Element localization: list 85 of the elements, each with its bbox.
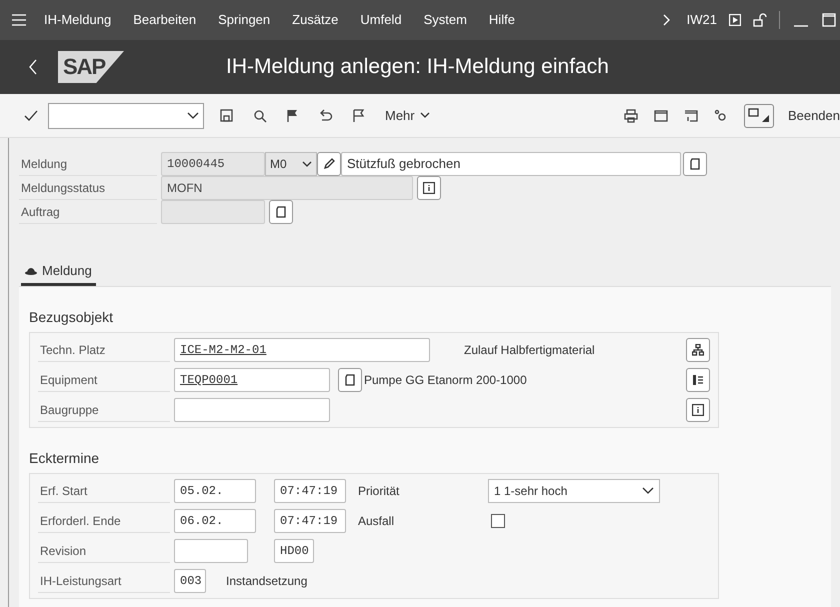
field-label: Priorität: [358, 483, 400, 500]
input-field[interactable]: HD00: [274, 539, 314, 563]
hierarchy-icon[interactable]: [692, 344, 704, 356]
chevron-down-icon[interactable]: [420, 112, 430, 119]
pencil-icon[interactable]: [323, 158, 335, 170]
field-label: Erf. Start: [38, 479, 170, 503]
window-arrow-icon[interactable]: [684, 108, 698, 122]
field-label: Revision: [38, 539, 170, 563]
input-field: MOFN: [161, 176, 413, 200]
info-icon[interactable]: [692, 404, 704, 416]
info-icon[interactable]: [423, 182, 435, 194]
chevron-down-icon[interactable]: [187, 112, 199, 120]
menu-item[interactable]: IH-Meldung: [44, 10, 112, 30]
field-label: Erforderl. Ende: [38, 509, 170, 533]
command-field[interactable]: [48, 102, 204, 128]
layout-icon[interactable]: [748, 108, 770, 124]
logo: SAP: [58, 51, 124, 83]
window-title: IH-Meldung anlegen: IH-Meldung einfach: [226, 54, 609, 80]
document-button[interactable]: [269, 200, 293, 224]
document-icon[interactable]: [275, 206, 287, 218]
menu-item[interactable]: Zusätze: [292, 10, 338, 30]
chevron-down-icon[interactable]: [642, 487, 654, 495]
maximize-icon[interactable]: [822, 13, 836, 27]
menu-item[interactable]: System: [424, 10, 467, 30]
section-title: Ecktermine: [29, 449, 100, 468]
structure-icon[interactable]: [692, 374, 704, 386]
menu-item[interactable]: Hilfe: [488, 10, 515, 30]
dropdown-field[interactable]: M0: [265, 152, 317, 176]
undo-icon[interactable]: [319, 108, 333, 122]
pencil-button[interactable]: [317, 152, 341, 176]
input-field[interactable]: Stützfuß gebrochen: [341, 152, 681, 176]
input-field: 10000445: [161, 152, 265, 176]
input-field[interactable]: 06.02.: [174, 509, 256, 533]
unlock-icon[interactable]: [753, 13, 767, 27]
input-field[interactable]: [174, 398, 330, 422]
input-field[interactable]: 07:47:19: [274, 479, 346, 503]
input-field[interactable]: 05.02.: [174, 479, 256, 503]
new-window-icon[interactable]: [654, 108, 668, 122]
field-label: Baugruppe: [38, 398, 170, 422]
back-icon[interactable]: [28, 59, 38, 75]
field-label: Ausfall: [358, 513, 396, 530]
checkbox[interactable]: [491, 514, 505, 528]
input-field[interactable]: ICE-M2-M2-01: [174, 338, 430, 362]
play-box-icon[interactable]: [729, 14, 741, 26]
section-title: Bezugsobjekt: [29, 308, 114, 327]
printer-icon[interactable]: [624, 108, 638, 122]
field-label: Meldungsstatus: [19, 176, 157, 200]
menu-icon[interactable]: [12, 14, 26, 26]
description-text: Zulauf Halbfertigmaterial: [464, 342, 595, 359]
input-field[interactable]: 07:47:19: [274, 509, 346, 533]
info-button[interactable]: [417, 176, 441, 200]
menu-item[interactable]: Springen: [218, 10, 270, 30]
hierarchy-button[interactable]: [686, 338, 710, 362]
chevron-down-icon[interactable]: [302, 160, 312, 168]
menu-item[interactable]: Umfeld: [360, 10, 402, 30]
edit-text-button[interactable]: [683, 152, 707, 176]
document-icon[interactable]: [344, 374, 356, 386]
field-label: Equipment: [38, 368, 170, 392]
layout-button[interactable]: [744, 104, 774, 128]
checkered-flag-icon[interactable]: [352, 108, 366, 122]
checkmark-icon[interactable]: [24, 110, 38, 122]
field-label: Techn. Platz: [38, 338, 170, 362]
structure-button[interactable]: [686, 368, 710, 392]
hat-icon[interactable]: [25, 266, 37, 274]
chevron-right-icon[interactable]: [662, 14, 671, 26]
field-label: Auftrag: [19, 200, 157, 224]
info-button[interactable]: [686, 398, 710, 422]
settings-icon[interactable]: [714, 108, 728, 122]
flag-icon[interactable]: [286, 108, 300, 122]
input-field[interactable]: TEQP0001: [174, 368, 330, 392]
more-button[interactable]: Mehr: [385, 106, 430, 126]
edit-text-icon[interactable]: [689, 158, 701, 170]
description-text: Pumpe GG Etanorm 200-1000: [364, 372, 527, 389]
exit-button[interactable]: Beenden: [788, 106, 840, 126]
transaction-code: IW21: [686, 11, 717, 30]
priority-dropdown[interactable]: 1 1-sehr hoch: [488, 479, 660, 503]
save-icon[interactable]: [220, 108, 234, 122]
zoom-icon[interactable]: [253, 108, 267, 122]
input-field[interactable]: 003: [174, 569, 206, 593]
menu-item[interactable]: Bearbeiten: [133, 10, 196, 30]
field-label: IH-Leistungsart: [38, 569, 170, 593]
document-button[interactable]: [338, 368, 362, 392]
input-field[interactable]: [174, 539, 248, 563]
field-label: Meldung: [19, 152, 157, 176]
description-text: Instandsetzung: [226, 573, 308, 590]
